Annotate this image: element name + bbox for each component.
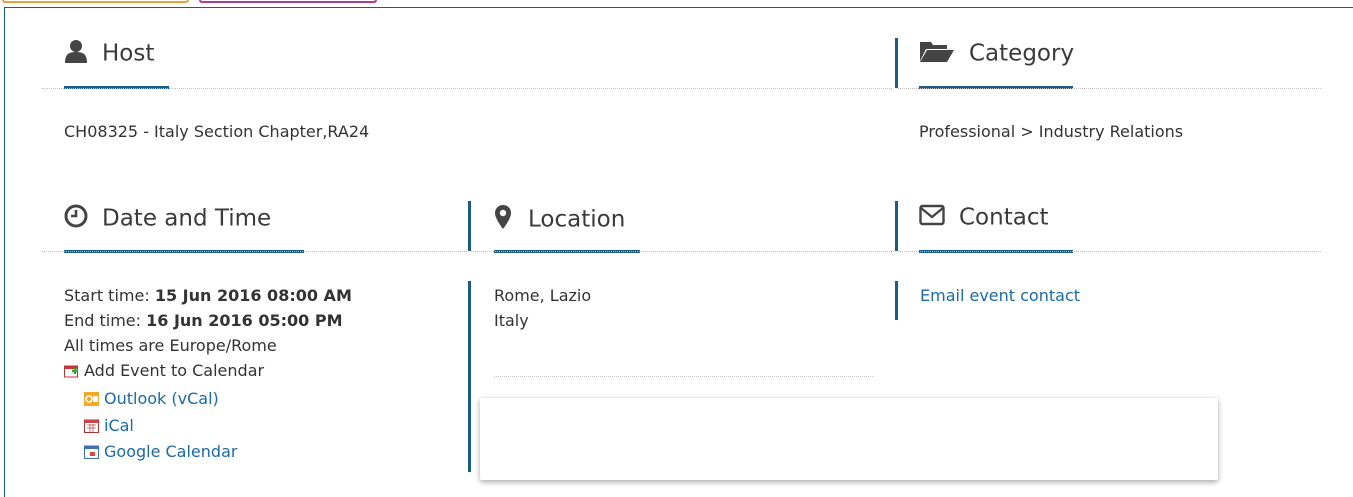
category-heading-label: Category: [969, 40, 1075, 67]
category-divider: [898, 88, 1321, 89]
google-calendar-link[interactable]: Google Calendar: [104, 442, 237, 461]
host-heading: Host: [64, 39, 154, 69]
start-time-value: 15 Jun 2016 08:00 AM: [154, 286, 352, 305]
datetime-heading-label: Date and Time: [102, 205, 272, 232]
location-map-divider: [494, 376, 873, 377]
calendar-add-icon: [64, 363, 79, 378]
outlook-icon: [84, 391, 99, 406]
calendar-link-outlook[interactable]: Outlook (vCal): [84, 389, 219, 408]
tab-stub-orange[interactable]: [2, 0, 189, 3]
host-divider: [42, 88, 892, 89]
ical-link[interactable]: iCal: [104, 416, 134, 435]
end-time: End time: 16 Jun 2016 05:00 PM: [64, 311, 343, 330]
location-line1: Rome, Lazio: [494, 286, 592, 305]
contact-link-row[interactable]: Email event contact: [920, 286, 1080, 305]
timezone-note: All times are Europe/Rome: [64, 336, 277, 355]
clock-icon: [64, 204, 88, 234]
category-separator: [895, 38, 898, 88]
host-value: CH08325 - Italy Section Chapter,RA24: [64, 122, 370, 141]
category-value: Professional > Industry Relations: [919, 122, 1184, 141]
add-to-calendar: Add Event to Calendar: [64, 361, 264, 380]
tab-stub-purple[interactable]: [199, 0, 377, 3]
outlook-link[interactable]: Outlook (vCal): [104, 389, 219, 408]
contact-heading-label: Contact: [959, 204, 1049, 231]
location-heading: Location: [494, 204, 625, 236]
map-marker-icon: [494, 204, 512, 236]
start-time: Start time: 15 Jun 2016 08:00 AM: [64, 286, 352, 305]
category-heading: Category: [919, 39, 1074, 69]
calendar-link-google[interactable]: Google Calendar: [84, 442, 237, 461]
envelope-icon: [919, 204, 945, 232]
datetime-heading: Date and Time: [64, 204, 271, 234]
contact-separator-top: [895, 201, 898, 251]
google-calendar-icon: [84, 444, 99, 459]
map-popup: [480, 398, 1218, 480]
host-heading-label: Host: [102, 40, 155, 67]
location-separator: [468, 281, 471, 472]
calendar-link-ical[interactable]: iCal: [84, 416, 134, 435]
user-icon: [64, 39, 88, 69]
add-to-calendar-label: Add Event to Calendar: [84, 361, 265, 380]
contact-heading: Contact: [919, 204, 1048, 232]
folder-open-icon: [919, 39, 955, 69]
location-line2: Italy: [494, 311, 529, 330]
email-event-contact-link[interactable]: Email event contact: [920, 286, 1080, 305]
end-time-label: End time:: [64, 311, 142, 330]
contact-divider: [898, 251, 1321, 252]
datetime-divider: [42, 251, 467, 252]
ical-icon: [84, 418, 99, 433]
start-time-label: Start time:: [64, 286, 150, 305]
contact-separator: [895, 281, 898, 320]
location-divider: [471, 251, 894, 252]
end-time-value: 16 Jun 2016 05:00 PM: [146, 311, 343, 330]
location-heading-label: Location: [528, 206, 626, 233]
location-separator-top: [468, 201, 471, 251]
